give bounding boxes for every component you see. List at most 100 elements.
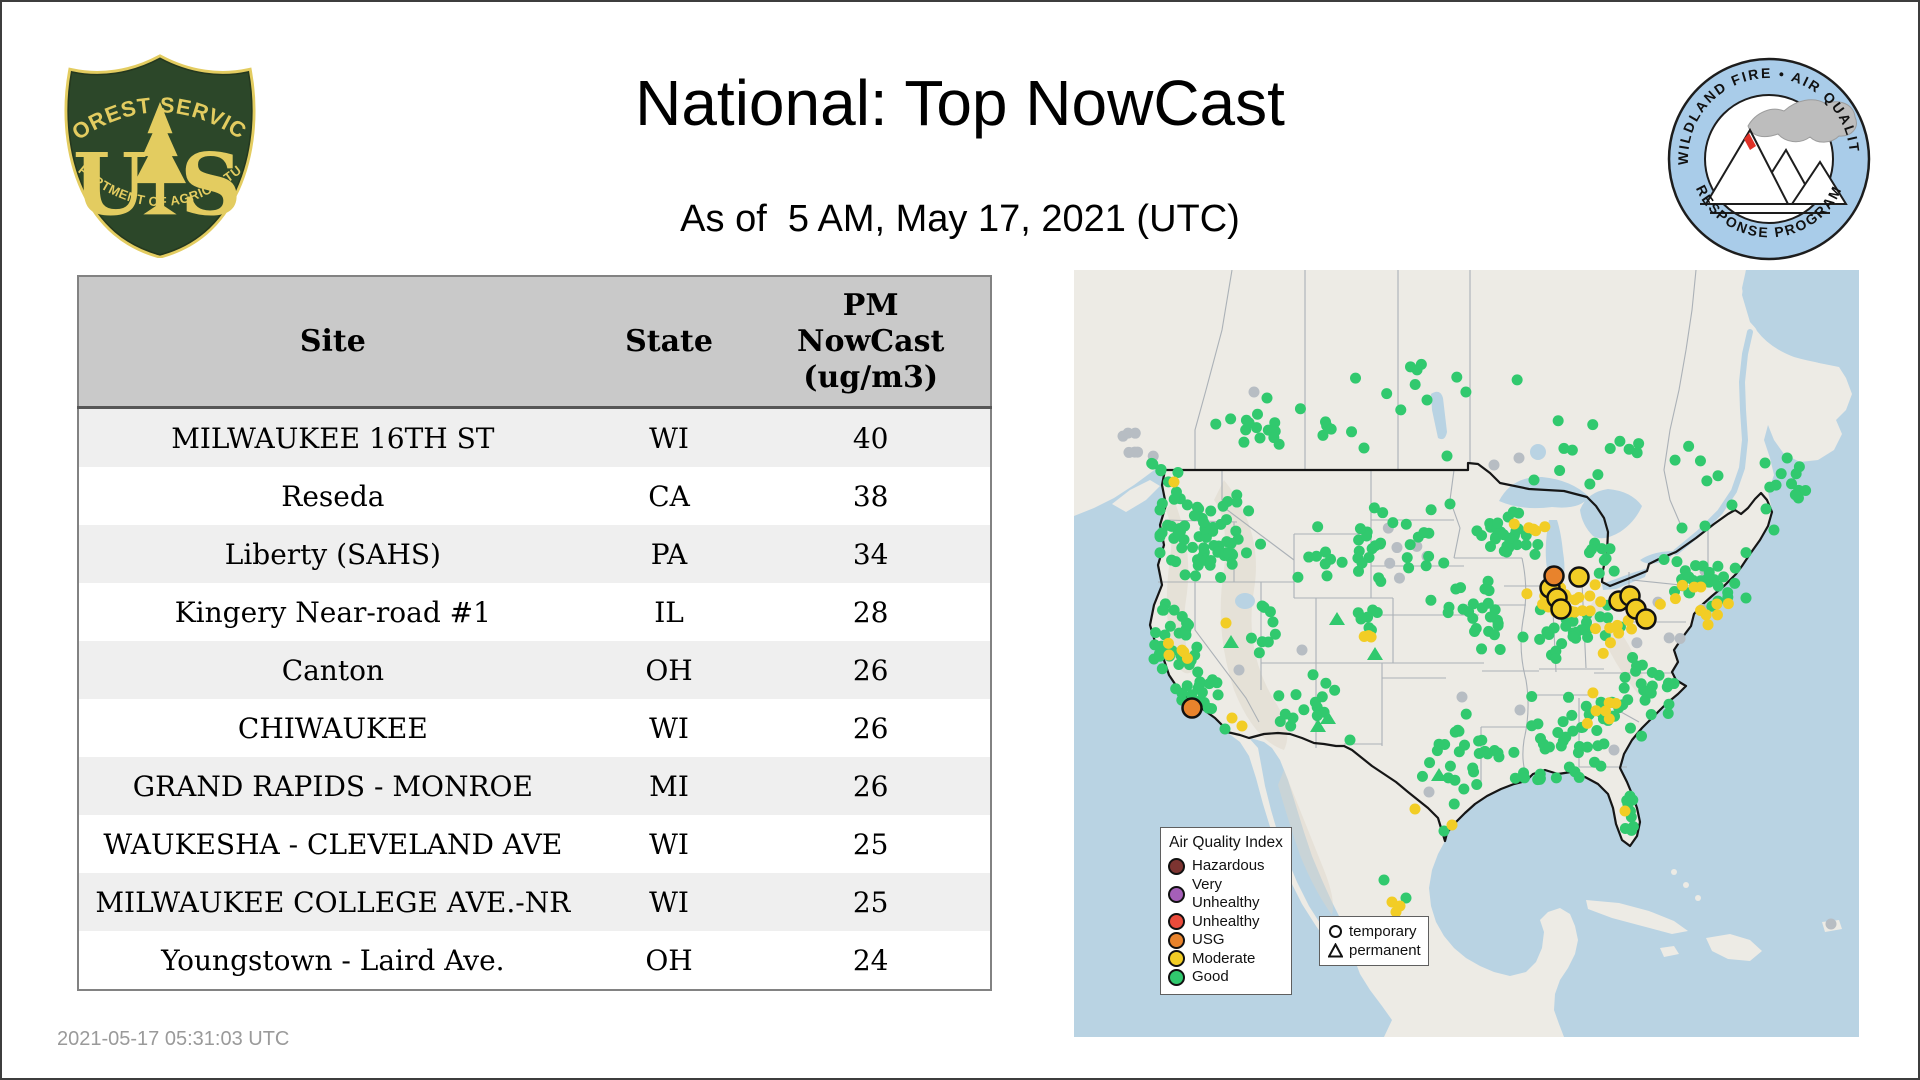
monitor-dot-no-data: [1423, 786, 1435, 798]
page-title: National: Top NowCast: [635, 67, 1285, 139]
monitor-dot-good: [1718, 571, 1730, 583]
monitor-dot-good: [1444, 498, 1456, 510]
legend-item-unhealthy: Unhealthy: [1168, 913, 1284, 932]
page-subtitle: As of 5 AM, May 17, 2021 (UTC): [680, 198, 1240, 240]
temporary-label: temporary: [1349, 923, 1417, 940]
monitor-dot-good: [1404, 539, 1416, 551]
monitor-dot-good: [1179, 569, 1191, 581]
monitor-dot-good: [1403, 562, 1415, 574]
monitor-dot-good: [1729, 577, 1741, 589]
monitor-dot-good: [1566, 709, 1578, 721]
permanent-label: permanent: [1349, 942, 1421, 959]
table-row: WAUKESHA - CLEVELAND AVE WI 25: [78, 815, 991, 873]
monitor-dot-good: [1371, 607, 1383, 619]
monitor-dot-no-data: [1117, 430, 1129, 442]
monitor-dot-good: [1498, 529, 1510, 541]
monitor-dot-moderate: [1597, 647, 1609, 659]
monitor-dot-good: [1156, 498, 1168, 510]
header-site: Site: [78, 276, 587, 409]
legend-item-very_unhealthy: Very Unhealthy: [1168, 876, 1284, 913]
monitor-dot-moderate: [1168, 476, 1180, 488]
monitor-dot-good: [1479, 745, 1491, 757]
cell-site: WAUKESHA - CLEVELAND AVE: [103, 827, 563, 861]
monitor-dot-good: [1457, 603, 1469, 615]
monitor-dot-good: [1694, 455, 1706, 467]
monitor-dot-moderate: [1589, 579, 1601, 591]
unhealthy-swatch-icon: [1168, 913, 1185, 931]
monitor-dot-moderate: [1508, 518, 1520, 530]
monitor-dot-good: [1210, 418, 1222, 430]
monitor-dot-good: [1268, 432, 1280, 444]
monitor-dot-good: [1499, 545, 1511, 557]
monitor-dot-good: [1182, 619, 1194, 631]
monitor-dot-moderate: [1176, 644, 1188, 656]
good-swatch-icon: [1168, 968, 1185, 986]
monitor-dot-moderate: [1569, 594, 1581, 606]
monitor-dot-good: [1423, 550, 1435, 562]
monitor-dot-moderate: [1626, 623, 1638, 635]
monitor-dot-good: [1458, 783, 1470, 795]
cell-value: 25: [852, 827, 889, 861]
monitor-dot-good: [1712, 560, 1724, 572]
monitor-dot-good: [1416, 770, 1428, 782]
monitor-dot-good: [1311, 710, 1323, 722]
monitor-dot-good: [1508, 746, 1520, 758]
monitor-dot-good: [1552, 415, 1564, 427]
national-aqi-map: Air Quality Index Hazardous Very Unhealth…: [1074, 270, 1859, 1037]
monitor-dot-good: [1279, 708, 1291, 720]
monitor-dot-good: [1374, 538, 1386, 550]
monitor-dot-moderate: [1676, 579, 1688, 591]
wfaqrp-logo: WILDLAND FIRE • AIR QUALITY RESPONSE PRO…: [1664, 54, 1871, 261]
monitor-dot-good: [1170, 556, 1182, 568]
monitor-dot-no-data: [1393, 572, 1405, 584]
monitor-dot-no-data: [1296, 644, 1308, 656]
monitor-dot-good: [1444, 760, 1456, 772]
monitor-dot-good: [1189, 570, 1201, 582]
cell-value: 34: [852, 537, 889, 571]
monitor-dot-good: [1627, 821, 1639, 833]
monitor-dot-good: [1614, 435, 1626, 447]
monitor-dot-good: [1424, 757, 1436, 769]
monitor-dot-good: [1350, 372, 1362, 384]
monitor-dot-moderate: [1537, 598, 1549, 610]
table-row: CHIWAUKEE WI 26: [78, 699, 991, 757]
table-row: GRAND RAPIDS - MONROE MI 26: [78, 757, 991, 815]
monitor-dot-good: [1775, 468, 1787, 480]
legend-item-hazardous: Hazardous: [1168, 857, 1284, 876]
top-site-highlight-moderate: [1635, 608, 1657, 630]
monitor-dot-good: [1671, 556, 1683, 568]
monitor-dot-good: [1608, 565, 1620, 577]
monitor-dot-good: [1471, 779, 1483, 791]
aqi-legend: Air Quality Index Hazardous Very Unhealth…: [1160, 827, 1292, 995]
monitor-dot-good: [1708, 574, 1720, 586]
hazardous-swatch-icon: [1168, 857, 1185, 875]
permanent-monitor-icon: [1328, 943, 1343, 958]
monitor-dot-good: [1258, 601, 1270, 613]
monitor-dot-good: [1740, 592, 1752, 604]
monitor-dot-good: [1627, 794, 1639, 806]
monitor-dot-no-data: [1825, 918, 1837, 930]
monitor-dot-good: [1387, 517, 1399, 529]
monitor-dot-good: [1172, 467, 1184, 479]
monitor-dot-good: [1188, 510, 1200, 522]
cell-value: 38: [852, 479, 889, 513]
cell-state: WI: [649, 421, 689, 455]
monitor-dot-good: [1459, 739, 1471, 751]
monitor-dot-good: [1395, 404, 1407, 416]
monitor-dot-no-data: [1233, 664, 1245, 676]
monitor-dot-no-data: [1384, 557, 1396, 569]
cell-site: MILWAUKEE 16TH ST: [171, 421, 495, 455]
monitor-dot-good: [1581, 741, 1593, 753]
monitor-dot-good: [1484, 611, 1496, 623]
monitor-dot-good: [1658, 554, 1670, 566]
monitor-dot-good: [1482, 597, 1494, 609]
monitor-dot-good: [1560, 620, 1572, 632]
header-state: State: [586, 276, 752, 409]
monitor-dot-good: [1760, 503, 1772, 515]
monitor-dot-good: [1181, 499, 1193, 511]
monitor-dot-good: [1636, 730, 1648, 742]
table-row: MILWAUKEE COLLEGE AVE.-NR WI 25: [78, 873, 991, 931]
monitor-dot-good: [1635, 678, 1647, 690]
monitor-dot-good: [1442, 607, 1454, 619]
cell-value: 28: [852, 595, 889, 629]
